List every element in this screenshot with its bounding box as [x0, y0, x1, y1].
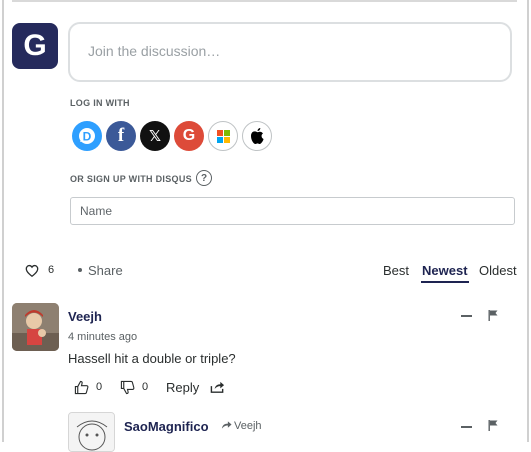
login-label: LOG IN WITH	[70, 98, 130, 108]
reply-button[interactable]: Reply	[166, 380, 199, 395]
reply-to-name: Veejh	[234, 420, 262, 432]
upvote-count: 0	[96, 381, 103, 393]
disqus-icon: D	[79, 128, 95, 144]
discussion-toolbar: 6 Share Best Newest Oldest	[25, 263, 517, 283]
downvote-count: 0	[142, 381, 149, 393]
microsoft-login-button[interactable]	[208, 121, 238, 151]
collapse-icon[interactable]	[461, 315, 472, 317]
comment-compose-box[interactable]: Join the discussion…	[68, 22, 512, 82]
share-arrow-icon[interactable]	[210, 380, 225, 394]
comment-timestamp[interactable]: 4 minutes ago	[68, 331, 137, 343]
comment-text: Hassell hit a double or triple?	[68, 351, 236, 366]
google-login-button[interactable]: G	[174, 121, 204, 151]
reply-commenter-avatar[interactable]	[68, 412, 115, 452]
commenter-avatar[interactable]	[12, 303, 59, 351]
reply-author[interactable]: SaoMagnifico	[124, 419, 209, 434]
heart-icon[interactable]	[25, 264, 39, 278]
thumbs-up-icon[interactable]	[74, 380, 89, 395]
avatar-image	[69, 413, 114, 451]
flag-icon[interactable]	[488, 310, 498, 321]
avatar-image	[12, 303, 59, 351]
google-icon: G	[182, 127, 196, 144]
signup-label: OR SIGN UP WITH DISQUS	[70, 174, 192, 184]
sort-best-tab[interactable]: Best	[383, 263, 409, 278]
frame-left-border	[2, 0, 4, 442]
apple-icon	[251, 128, 264, 144]
x-icon: 𝕏	[148, 127, 162, 145]
collapse-icon[interactable]	[461, 426, 472, 428]
help-icon[interactable]: ?	[196, 170, 212, 186]
share-button[interactable]: Share	[78, 263, 123, 278]
x-login-button[interactable]: 𝕏	[140, 121, 170, 151]
thumbs-down-icon[interactable]	[120, 380, 135, 395]
apple-login-button[interactable]	[242, 121, 272, 151]
sort-oldest-tab[interactable]: Oldest	[479, 263, 517, 278]
svg-text:D: D	[83, 130, 92, 144]
frame-top-border	[12, 0, 517, 2]
disqus-login-button[interactable]: D	[72, 121, 102, 151]
like-count: 6	[48, 264, 55, 276]
user-avatar: G	[12, 23, 58, 69]
comment-author[interactable]: Veejh	[68, 309, 102, 324]
frame-right-border	[527, 0, 529, 442]
reply-arrow-icon	[221, 421, 232, 429]
login-providers: D f 𝕏 G	[72, 121, 272, 151]
bullet-icon	[78, 267, 82, 272]
name-field[interactable]: Name	[70, 197, 515, 225]
sort-newest-tab[interactable]: Newest	[421, 263, 469, 283]
flag-icon[interactable]	[488, 420, 498, 431]
facebook-login-button[interactable]: f	[106, 121, 136, 151]
microsoft-icon	[216, 129, 230, 143]
in-reply-to[interactable]: Veejh	[221, 420, 262, 432]
share-label: Share	[88, 263, 123, 278]
facebook-icon: f	[117, 125, 125, 146]
